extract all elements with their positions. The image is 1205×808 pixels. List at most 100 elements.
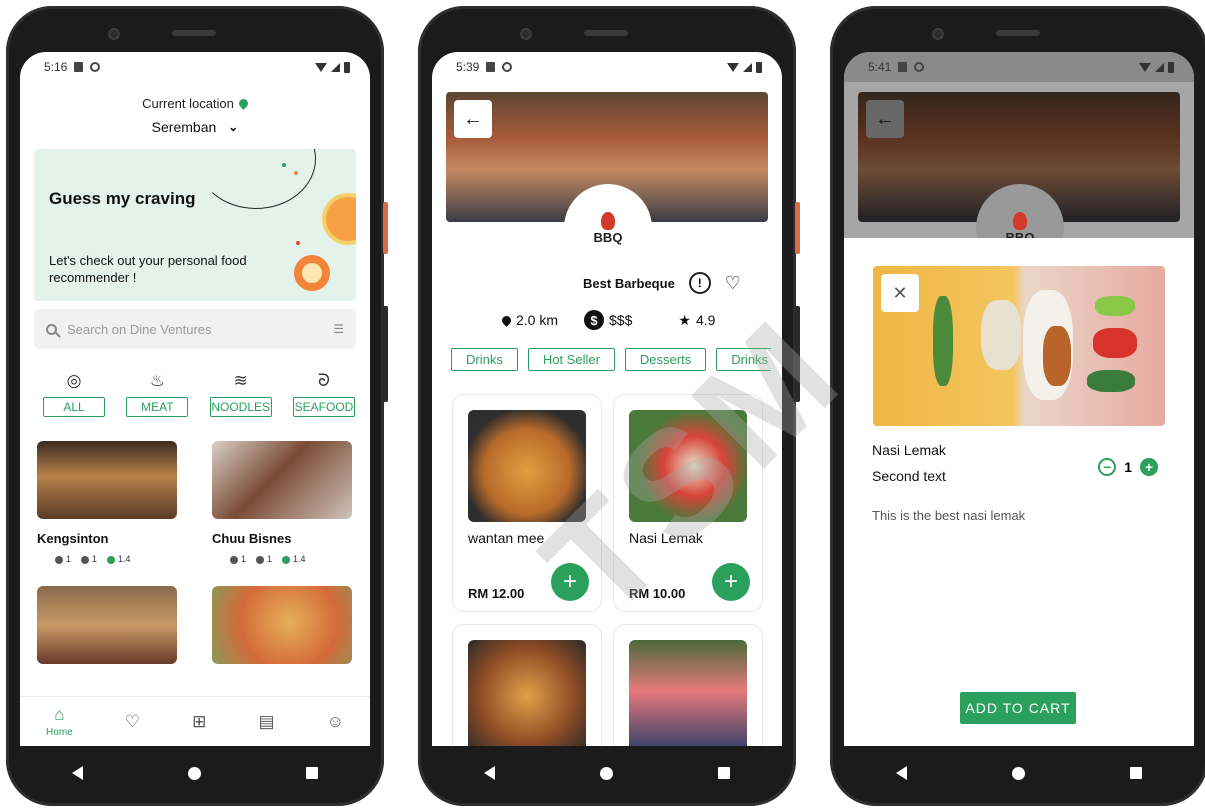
chip-hot-seller[interactable]: Hot Seller — [527, 348, 615, 371]
sd-card-icon — [74, 62, 84, 72]
category-meat[interactable]: ♨ MEAT — [125, 371, 189, 417]
restaurant-grid: Kengsinton 1 1 1.4 Chuu Bisnes 1 1 1.4 — [37, 441, 370, 664]
location-pin-icon — [237, 97, 250, 110]
location-pin-icon — [500, 313, 513, 327]
pizza-illustration — [322, 193, 356, 245]
food-image — [629, 640, 747, 746]
back-nav-icon[interactable] — [484, 766, 496, 780]
status-bar: 5:41 — [844, 52, 1194, 82]
close-button[interactable]: ✕ — [881, 274, 919, 312]
tab-label: Home — [46, 727, 73, 738]
distance-icon — [55, 555, 63, 564]
restaurant-image — [37, 441, 177, 519]
power-button — [383, 202, 388, 254]
item-image-detail — [1087, 370, 1135, 392]
food-card[interactable] — [452, 624, 602, 746]
distance-value: 1 — [241, 554, 247, 564]
category-all[interactable]: ◎ ALL — [42, 371, 106, 417]
search-icon — [46, 323, 57, 335]
distance-value: 1 — [66, 554, 72, 564]
category-noodles[interactable]: ≋ NOODLES — [209, 371, 273, 417]
confetti-dot — [296, 241, 300, 245]
category-label: NOODLES — [209, 397, 272, 417]
item-image-detail — [933, 296, 953, 386]
category-label: ALL — [43, 397, 105, 417]
back-button: ← — [866, 100, 904, 138]
logo-text: BBQ — [593, 229, 623, 245]
restaurant-image — [212, 586, 352, 664]
status-bar: 5:16 — [20, 52, 370, 82]
location-selector[interactable]: Seremban ⌄ — [20, 119, 370, 135]
cart-icon: ⊞ — [192, 711, 207, 731]
item-image-detail — [1043, 326, 1071, 386]
camera — [108, 28, 120, 40]
camera — [520, 28, 532, 40]
bottom-tab-bar: ⌂ Home ♡ ⊞ ▤ ☺ — [20, 696, 370, 746]
location-label: Current location — [142, 96, 234, 111]
recents-nav-icon[interactable] — [305, 767, 318, 779]
cookie-icon: ◎ — [66, 371, 82, 390]
tab-news[interactable]: ▤ — [258, 712, 274, 732]
android-nav-bar — [432, 750, 782, 796]
add-food-button[interactable]: + — [712, 563, 750, 601]
item-name: Nasi Lemak — [872, 442, 946, 458]
home-nav-icon[interactable] — [599, 766, 613, 780]
drumstick-icon: ♨ — [149, 371, 165, 390]
restaurant-image — [212, 441, 352, 519]
chevron-down-icon: ⌄ — [228, 120, 239, 134]
star-icon: ★ — [678, 311, 691, 328]
power-button — [795, 202, 800, 254]
food-price: RM 12.00 — [468, 586, 525, 601]
restaurant-card[interactable] — [212, 586, 352, 664]
signal-icon — [331, 62, 340, 72]
category-label: SEAFOOD — [292, 397, 355, 417]
tab-cart[interactable]: ⊞ — [192, 712, 206, 732]
item-description: This is the best nasi lemak — [872, 508, 1026, 523]
item-detail-sheet: ✕ Nasi Lemak Second text − 1 + This is t… — [844, 238, 1194, 746]
chip-drinks[interactable]: Drinks — [451, 348, 518, 371]
filter-icon[interactable]: ☰ — [333, 322, 344, 336]
battery-icon — [756, 61, 762, 73]
home-nav-icon[interactable] — [1011, 766, 1025, 780]
recents-nav-icon[interactable] — [1129, 767, 1142, 779]
location-header: Current location — [20, 96, 370, 111]
restaurant-meta: 1 1 1.4 — [212, 554, 352, 564]
rating-icon — [107, 555, 116, 564]
home-icon: ⌂ — [54, 705, 65, 724]
recents-nav-icon[interactable] — [717, 767, 730, 779]
recommender-banner[interactable]: Guess my craving Let's check out your pe… — [34, 149, 356, 301]
banner-subtitle: Let's check out your personal food recom… — [49, 253, 247, 285]
back-button[interactable]: ← — [454, 100, 492, 138]
back-nav-icon[interactable] — [896, 766, 908, 780]
back-nav-icon[interactable] — [72, 766, 84, 780]
rating-value: 1.4 — [118, 554, 131, 564]
increase-button[interactable]: + — [1140, 458, 1158, 476]
battery-icon — [1168, 61, 1174, 73]
price-icon: $ — [584, 310, 605, 330]
info-icon[interactable]: ! — [688, 272, 711, 294]
sync-icon — [90, 62, 101, 72]
favorite-heart-icon[interactable]: ♡ — [725, 273, 741, 294]
phone-home: 5:16 Current location Seremban ⌄ Guess my… — [6, 6, 388, 806]
signal-icon — [1155, 62, 1164, 72]
restaurant-name: Chuu Bisnes — [212, 531, 292, 546]
item-image-detail — [1093, 328, 1137, 358]
android-nav-bar — [20, 750, 370, 796]
add-to-cart-button[interactable]: ADD TO CART — [960, 692, 1076, 724]
search-bar[interactable]: Search on Dine Ventures ☰ — [34, 309, 356, 349]
wifi-icon — [727, 62, 739, 72]
category-seafood[interactable]: ᘐ SEAFOOD — [292, 371, 356, 417]
screen-item-detail: 5:41 ← BBQ ✕ Nasi Lemak Second text − 1 … — [844, 52, 1194, 746]
tab-profile[interactable]: ☺ — [327, 712, 344, 732]
confetti-dot — [282, 163, 286, 167]
decrease-button[interactable]: − — [1098, 458, 1117, 476]
tab-favorites[interactable]: ♡ — [125, 712, 140, 732]
restaurant-card[interactable]: Kengsinton 1 1 1.4 — [37, 441, 177, 564]
tab-home[interactable]: ⌂ Home — [46, 705, 73, 738]
home-nav-icon[interactable] — [187, 766, 201, 780]
distance-value: 2.0 km — [516, 312, 559, 328]
flame-icon — [601, 211, 615, 230]
flame-icon — [1013, 211, 1027, 230]
restaurant-card[interactable]: Chuu Bisnes 1 1 1.4 — [212, 441, 352, 564]
restaurant-card[interactable] — [37, 586, 177, 664]
